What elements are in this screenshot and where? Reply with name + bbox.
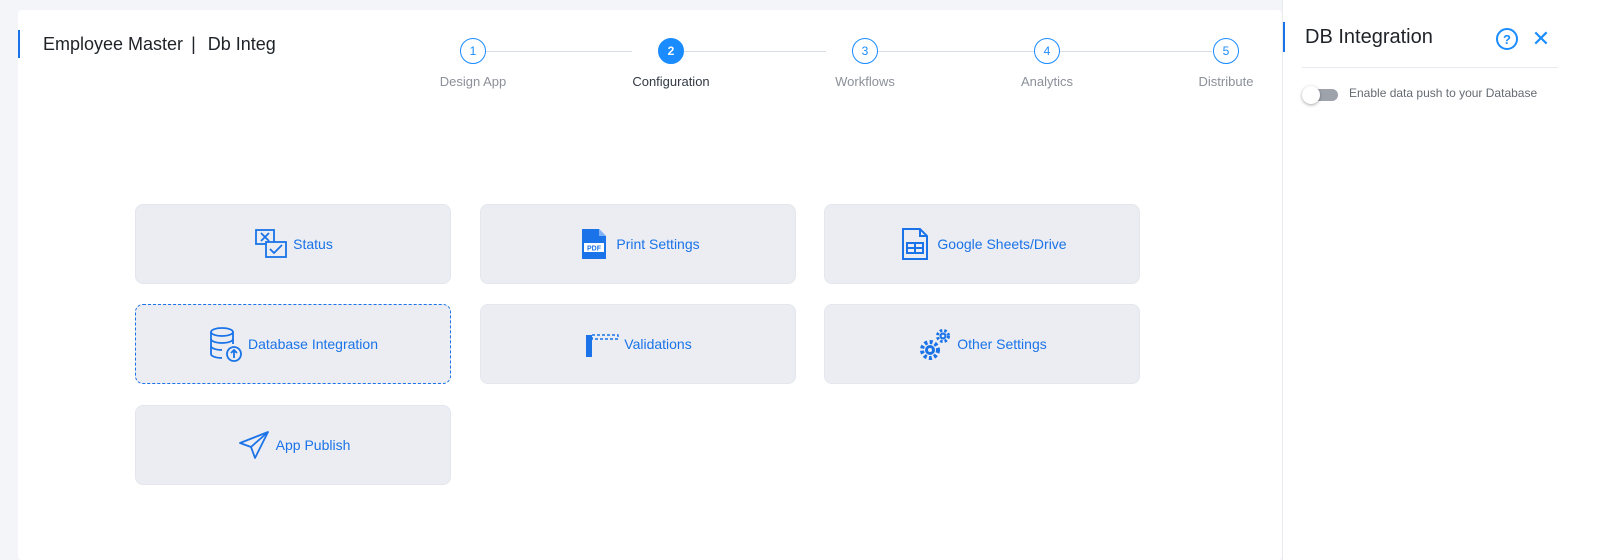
data-push-toggle[interactable] xyxy=(1302,86,1338,104)
close-icon[interactable]: ✕ xyxy=(1528,26,1554,52)
app-publish-label: App Publish xyxy=(275,437,351,453)
panel-title: DB Integration xyxy=(1283,22,1433,52)
app-title: Employee Master | Db Integ xyxy=(18,30,276,58)
step-number: 1 xyxy=(460,38,486,64)
validations-label: Validations xyxy=(624,336,692,352)
database-integration-tile[interactable]: Database Integration xyxy=(135,304,451,384)
database-upload-icon xyxy=(208,326,244,362)
help-icon[interactable]: ? xyxy=(1496,28,1518,50)
toggle-knob xyxy=(1302,86,1320,104)
step-number: 2 xyxy=(658,38,684,64)
print-settings-tile[interactable]: PDF Print Settings xyxy=(480,204,796,284)
database-integration-label: Database Integration xyxy=(248,336,378,352)
google-sheets-label: Google Sheets/Drive xyxy=(937,236,1067,252)
step-label: Design App xyxy=(439,74,507,89)
step-label: Analytics xyxy=(1020,74,1074,89)
step-design-app[interactable]: 1 Design App xyxy=(413,38,533,89)
step-label: Distribute xyxy=(1198,74,1254,89)
step-label: Configuration xyxy=(632,74,710,89)
status-label: Status xyxy=(293,236,333,252)
step-number: 5 xyxy=(1213,38,1239,64)
panel-divider xyxy=(1302,67,1558,68)
barrier-icon xyxy=(584,326,620,362)
pdf-icon: PDF xyxy=(576,226,612,262)
step-analytics[interactable]: 4 Analytics xyxy=(987,38,1107,89)
step-number: 4 xyxy=(1034,38,1060,64)
progress-stepper: 1 Design App 2 Configuration 3 Workflows… xyxy=(418,30,1278,90)
step-distribute[interactable]: 5 Distribute xyxy=(1166,38,1286,89)
app-name: Employee Master xyxy=(43,33,184,54)
paper-plane-icon xyxy=(236,427,272,463)
step-number: 3 xyxy=(852,38,878,64)
step-configuration[interactable]: 2 Configuration xyxy=(611,38,731,89)
svg-text:PDF: PDF xyxy=(587,246,602,253)
step-label: Workflows xyxy=(835,74,895,89)
title-separator: | xyxy=(191,33,196,54)
google-sheets-tile[interactable]: Google Sheets/Drive xyxy=(824,204,1140,284)
other-settings-label: Other Settings xyxy=(957,336,1047,352)
print-settings-label: Print Settings xyxy=(616,236,700,252)
app-publish-tile[interactable]: App Publish xyxy=(135,405,451,485)
status-icon xyxy=(253,226,289,262)
status-tile[interactable]: Status xyxy=(135,204,451,284)
app-subtitle: Db Integ xyxy=(207,33,276,54)
step-workflows[interactable]: 3 Workflows xyxy=(805,38,925,89)
main-card: Employee Master | Db Integ 1 Design App … xyxy=(18,10,1282,560)
spreadsheet-icon xyxy=(897,226,933,262)
data-push-label: Enable data push to your Database xyxy=(1349,86,1538,100)
validations-tile[interactable]: Validations xyxy=(480,304,796,384)
gears-icon xyxy=(917,326,953,362)
other-settings-tile[interactable]: Other Settings xyxy=(824,304,1140,384)
